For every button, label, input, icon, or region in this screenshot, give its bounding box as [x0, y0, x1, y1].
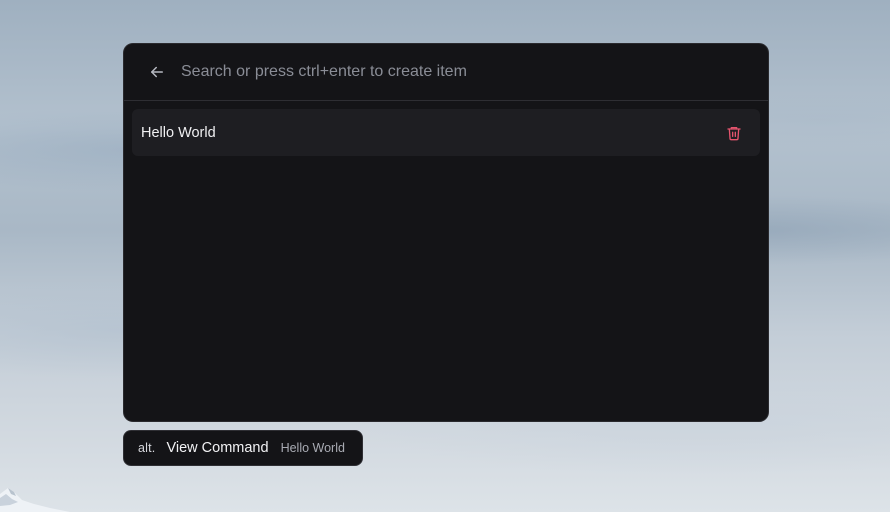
- view-command-label: View Command: [166, 440, 269, 456]
- command-palette: Hello World: [123, 43, 769, 422]
- delete-item-button[interactable]: [725, 124, 743, 142]
- hint-target-label: Hello World: [280, 441, 345, 455]
- snow-mountain-peak: [0, 488, 70, 512]
- list-item-label: Hello World: [141, 124, 216, 141]
- action-hint-bar[interactable]: alt. View Command Hello World: [123, 430, 363, 466]
- arrow-left-icon: [151, 66, 163, 78]
- back-button[interactable]: [146, 61, 168, 83]
- list-item[interactable]: Hello World: [132, 109, 760, 156]
- trash-icon: [727, 126, 741, 140]
- shortcut-key-label: alt.: [138, 441, 156, 455]
- search-input[interactable]: [181, 57, 768, 87]
- search-bar: [124, 44, 768, 101]
- results-list: Hello World: [124, 101, 768, 164]
